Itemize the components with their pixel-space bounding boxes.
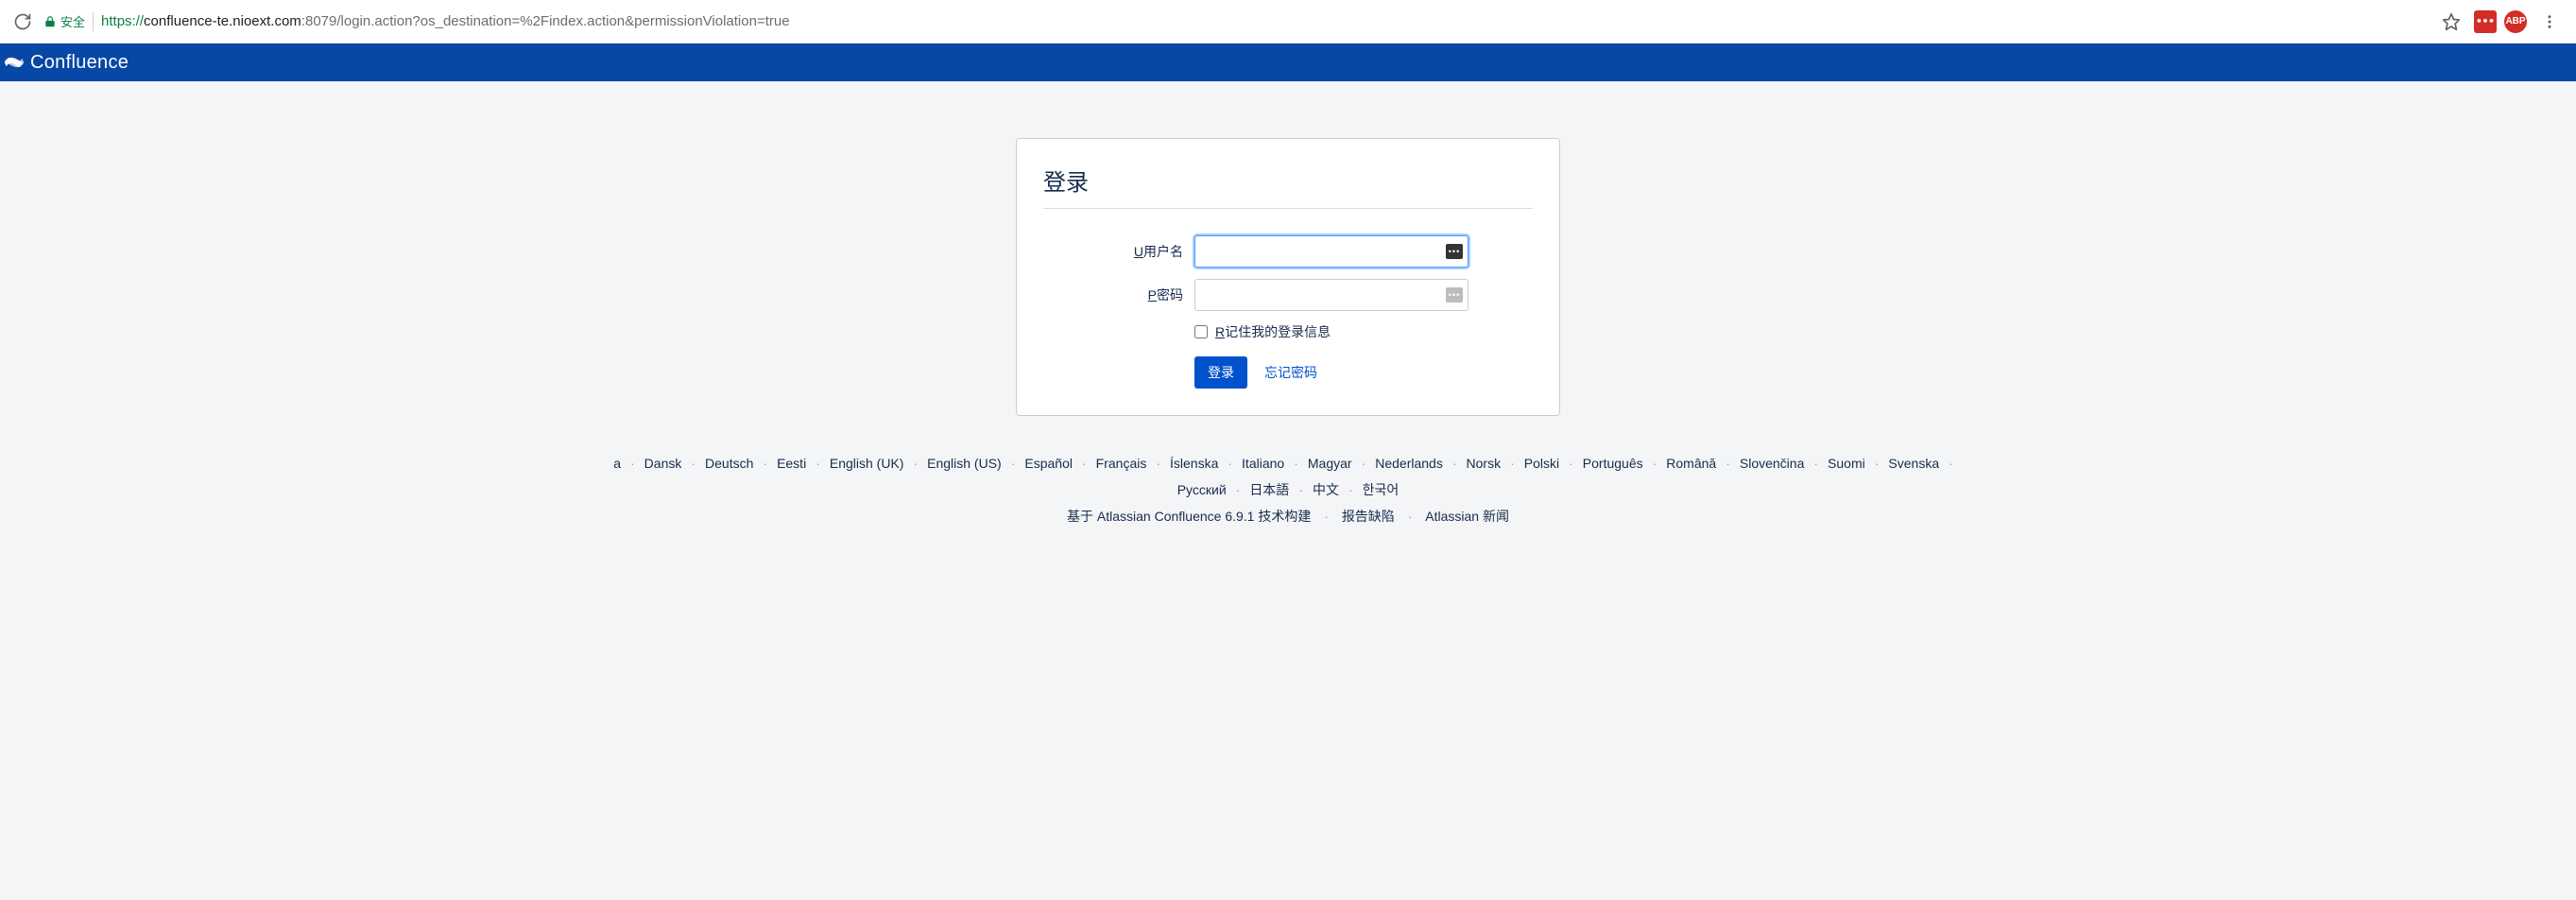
login-button[interactable]: 登录: [1194, 356, 1247, 389]
bookmark-star-icon[interactable]: [2436, 7, 2466, 37]
remember-me-label: R记住我的登录信息: [1215, 322, 1331, 341]
login-title: 登录: [1043, 164, 1533, 197]
url-field[interactable]: https:// confluence-te.nioext.com :8079 …: [101, 13, 2430, 29]
browser-menu-icon[interactable]: [2534, 7, 2565, 37]
language-link[interactable]: Dansk: [644, 450, 682, 476]
language-link[interactable]: Română: [1666, 450, 1716, 476]
username-input[interactable]: [1194, 235, 1468, 268]
footer-built-with[interactable]: 基于 Atlassian Confluence 6.9.1 技术构建: [1067, 509, 1311, 524]
url-path: /login.action?os_destination=%2Findex.ac…: [336, 13, 789, 29]
login-card: 登录 U用户名 ••• P密码 ••• R记住我的登录信息 登录 忘记密码: [1016, 138, 1560, 416]
password-manager-icon[interactable]: •••: [1446, 244, 1463, 259]
language-link[interactable]: 日本語: [1249, 476, 1289, 503]
language-link[interactable]: Slovenčina: [1740, 450, 1805, 476]
reload-icon[interactable]: [8, 7, 38, 37]
password-label: P密码: [1043, 286, 1194, 304]
language-link[interactable]: English (UK): [830, 450, 904, 476]
language-link[interactable]: Norsk: [1467, 450, 1502, 476]
divider: [1043, 208, 1533, 209]
language-link[interactable]: English (US): [927, 450, 1002, 476]
adblock-extension-icon[interactable]: ABP: [2504, 10, 2527, 33]
footer-news[interactable]: Atlassian 新闻: [1425, 509, 1509, 524]
language-link[interactable]: Suomi: [1828, 450, 1865, 476]
url-host: confluence-te.nioext.com: [144, 13, 301, 29]
language-link[interactable]: Magyar: [1308, 450, 1352, 476]
app-header: Confluence: [0, 43, 2576, 81]
language-list-2: Русский·日本語·中文·한국어: [0, 476, 2576, 503]
language-link[interactable]: Português: [1583, 450, 1643, 476]
secure-label: 安全: [60, 12, 85, 30]
language-link[interactable]: Eesti: [777, 450, 806, 476]
confluence-logo[interactable]: Confluence: [4, 52, 129, 74]
secure-badge: 安全: [43, 12, 85, 30]
language-link[interactable]: Italiano: [1242, 450, 1284, 476]
language-link[interactable]: Русский: [1177, 476, 1227, 503]
footer-report-bug[interactable]: 报告缺陷: [1342, 509, 1395, 524]
url-port: :8079: [301, 13, 337, 29]
language-link[interactable]: Polski: [1524, 450, 1559, 476]
separator: [93, 12, 94, 31]
language-link[interactable]: 한국어: [1363, 476, 1400, 503]
language-link[interactable]: Français: [1096, 450, 1147, 476]
language-link[interactable]: Íslenska: [1170, 450, 1218, 476]
username-label: U用户名: [1043, 242, 1194, 261]
language-link[interactable]: Español: [1024, 450, 1073, 476]
url-scheme: https://: [101, 13, 144, 29]
language-link[interactable]: 中文: [1313, 476, 1339, 503]
language-link-fragment: a: [613, 450, 621, 476]
product-name: Confluence: [30, 52, 129, 74]
forgot-password-link[interactable]: 忘记密码: [1264, 363, 1317, 382]
footer: a·Dansk·Deutsch·Eesti·English (UK)·Engli…: [0, 450, 2576, 526]
language-link[interactable]: Nederlands: [1375, 450, 1443, 476]
password-manager-icon[interactable]: •••: [1446, 287, 1463, 303]
lastpass-extension-icon[interactable]: •••: [2474, 10, 2497, 33]
language-link[interactable]: Deutsch: [705, 450, 753, 476]
password-input[interactable]: [1194, 279, 1468, 311]
browser-address-bar: 安全 https:// confluence-te.nioext.com :80…: [0, 0, 2576, 43]
remember-me-checkbox[interactable]: [1194, 325, 1208, 338]
language-list: a·Dansk·Deutsch·Eesti·English (UK)·Engli…: [0, 450, 2576, 476]
language-link[interactable]: Svenska: [1888, 450, 1939, 476]
